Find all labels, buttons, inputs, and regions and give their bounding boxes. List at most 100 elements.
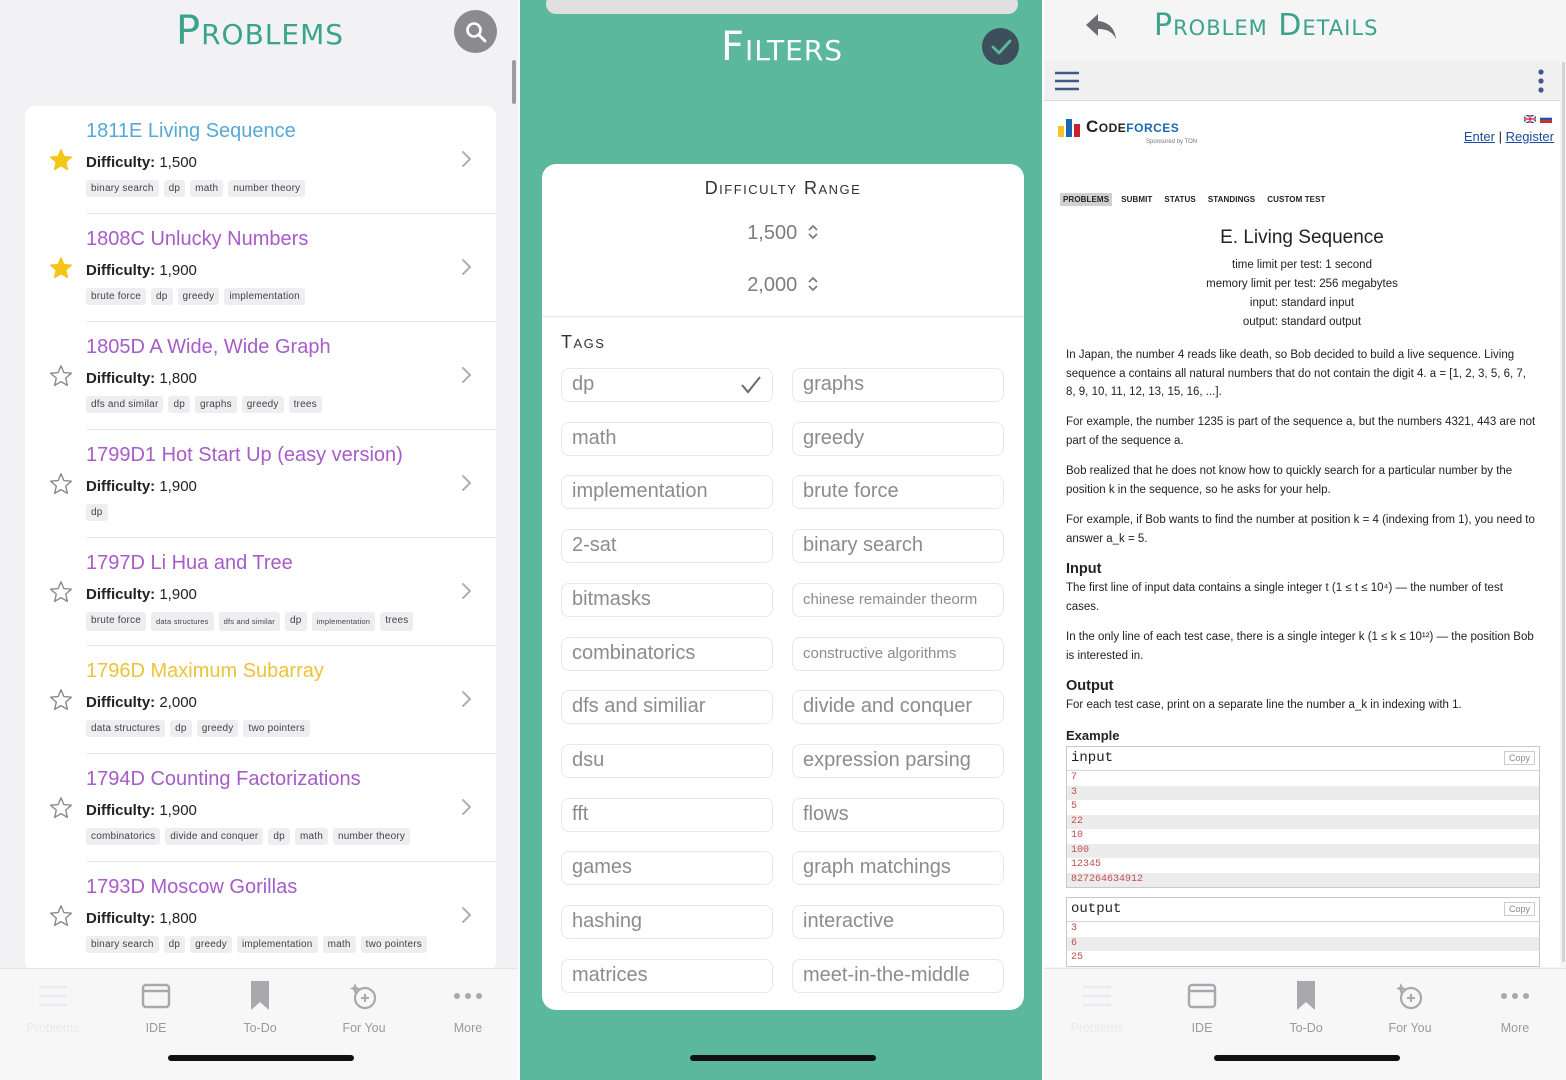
tab-todo[interactable]: To-Do xyxy=(215,979,305,1035)
tab-label: To-Do xyxy=(243,1021,277,1035)
problem-row[interactable]: 1794D Counting Factorizations Difficulty:… xyxy=(25,754,496,862)
filter-tag-label: games xyxy=(572,856,633,879)
home-indicator[interactable] xyxy=(1214,1055,1400,1061)
tab-ide[interactable]: IDE xyxy=(111,979,201,1035)
filter-tag-bitmasks[interactable]: bitmasks xyxy=(561,582,773,617)
divider xyxy=(542,316,1024,317)
filter-tag-matrices[interactable]: matrices xyxy=(561,958,773,993)
russia-flag-icon[interactable] xyxy=(1540,115,1552,123)
apply-button[interactable] xyxy=(982,28,1019,65)
filter-tag-label: math xyxy=(572,426,617,449)
problem-title[interactable]: 1808C Unlucky Numbers xyxy=(86,228,308,251)
home-indicator[interactable] xyxy=(690,1055,876,1061)
star-outline-icon[interactable] xyxy=(49,796,73,820)
page-title: Filters xyxy=(720,24,844,70)
bookmark-icon xyxy=(1297,981,1315,1010)
tab-todo[interactable]: To-Do xyxy=(1261,979,1351,1035)
home-indicator[interactable] xyxy=(168,1055,354,1061)
star-outline-icon[interactable] xyxy=(49,472,73,496)
example-line: 25 xyxy=(1071,952,1084,963)
menu-problems[interactable]: PROBLEMS xyxy=(1060,193,1113,206)
filter-tag-brute-force[interactable]: brute force xyxy=(792,475,1004,510)
filter-tag-label: bitmasks xyxy=(572,587,651,610)
filter-tag-hashing[interactable]: hashing xyxy=(561,905,773,939)
filter-tag-label: chinese remainder theorm xyxy=(803,590,978,608)
menu-custom-test[interactable]: CUSTOM TEST xyxy=(1264,193,1328,206)
menu-standings[interactable]: STANDINGS xyxy=(1205,193,1258,206)
filter-tag-graphs[interactable]: graphs xyxy=(792,368,1004,402)
tab-more[interactable]: More xyxy=(423,979,513,1035)
problem-row[interactable]: 1805D A Wide, Wide Graph Difficulty: 1,80… xyxy=(25,322,496,430)
filter-tag-flows[interactable]: flows xyxy=(792,797,1004,832)
filter-tag-fft[interactable]: fft xyxy=(561,797,773,832)
problem-title[interactable]: 1796D Maximum Subarray xyxy=(86,660,324,683)
filter-tag-expression-parsing[interactable]: expression parsing xyxy=(792,743,1004,778)
problem-title[interactable]: 1811E Living Sequence xyxy=(86,120,296,143)
tab-problems[interactable]: Problems xyxy=(8,979,98,1035)
filter-tag-label: matrices xyxy=(572,963,648,986)
problem-title[interactable]: 1805D A Wide, Wide Graph xyxy=(86,336,331,359)
copy-button[interactable]: Copy xyxy=(1503,902,1535,916)
scrollbar[interactable] xyxy=(1562,62,1565,962)
example-line: 6 xyxy=(1067,936,1539,951)
tab-ide[interactable]: IDE xyxy=(1157,979,1247,1035)
scrollbar[interactable] xyxy=(512,60,516,104)
chevron-updown-icon xyxy=(808,276,818,292)
problem-title[interactable]: 1797D Li Hua and Tree xyxy=(86,552,293,575)
star-outline-icon[interactable] xyxy=(49,580,73,604)
problem-title[interactable]: 1794D Counting Factorizations xyxy=(86,768,361,791)
statement-paragraph: Bob realized that he does not know how t… xyxy=(1066,465,1513,496)
problem-row[interactable]: 1808C Unlucky Numbers Difficulty: 1,900 br… xyxy=(25,214,496,322)
star-filled-icon[interactable] xyxy=(49,148,73,172)
search-button[interactable] xyxy=(454,10,497,53)
filter-tag-greedy[interactable]: greedy xyxy=(792,421,1004,456)
problem-row[interactable]: 1799D1 Hot Start Up (easy version) Diffic… xyxy=(25,430,496,538)
tab-more[interactable]: More xyxy=(1470,979,1560,1035)
star-outline-icon[interactable] xyxy=(49,904,73,928)
filter-tag-2-sat[interactable]: 2-sat xyxy=(561,529,773,564)
bookmark-icon xyxy=(251,981,269,1010)
filter-tag-constructive-algorithms[interactable]: constructive algorithms xyxy=(792,636,1004,671)
problem-row[interactable]: 1811E Living Sequence Difficulty: 1,500 bi… xyxy=(25,106,496,214)
uk-flag-icon[interactable] xyxy=(1524,115,1536,123)
register-link[interactable]: Register xyxy=(1506,129,1554,144)
codeforces-bars-icon xyxy=(1058,119,1080,137)
menu-submit[interactable]: SUBMIT xyxy=(1118,193,1155,206)
filter-tag-dp[interactable]: dp xyxy=(561,368,773,402)
hamburger-menu-icon[interactable] xyxy=(1054,70,1080,92)
output-type: output: standard output xyxy=(1242,316,1362,328)
tab-for-you[interactable]: For You xyxy=(1365,979,1455,1035)
problem-row[interactable]: 1797D Li Hua and Tree Difficulty: 1,900 br… xyxy=(25,538,496,646)
filter-tag-dfs-and-similiar[interactable]: dfs and similiar xyxy=(561,690,773,725)
filter-tag-math[interactable]: math xyxy=(561,421,773,456)
tab-for-you[interactable]: For You xyxy=(319,979,409,1035)
star-outline-icon[interactable] xyxy=(49,688,73,712)
tag-chip: dp xyxy=(168,396,190,413)
chevron-right-icon xyxy=(462,259,471,275)
filter-tag-combinatorics[interactable]: combinatorics xyxy=(561,636,773,671)
problem-title[interactable]: 1793D Moscow Gorillas xyxy=(86,876,297,899)
problem-row[interactable]: 1796D Maximum Subarray Difficulty: 2,000 d… xyxy=(25,646,496,754)
filter-tag-implementation[interactable]: implementation xyxy=(561,475,773,510)
star-outline-icon[interactable] xyxy=(49,364,73,388)
filter-tag-divide-and-conquer[interactable]: divide and conquer xyxy=(792,690,1004,725)
problem-title[interactable]: 1799D1 Hot Start Up (easy version) xyxy=(86,444,403,467)
enter-link[interactable]: Enter xyxy=(1464,129,1495,144)
menu-status[interactable]: STATUS xyxy=(1161,193,1198,206)
copy-button[interactable]: Copy xyxy=(1503,751,1535,765)
filter-tag-dsu[interactable]: dsu xyxy=(561,743,773,778)
filter-tag-meet-in-the-middle[interactable]: meet-in-the-middle xyxy=(792,958,1004,993)
filter-tag-games[interactable]: games xyxy=(561,851,773,886)
filter-tag-binary-search[interactable]: binary search xyxy=(792,529,1004,564)
kebab-menu-icon[interactable] xyxy=(1537,69,1545,93)
tab-problems[interactable]: Problems xyxy=(1052,979,1142,1035)
filter-tag-graph-matchings[interactable]: graph matchings xyxy=(792,851,1004,886)
example-line: 3 xyxy=(1067,785,1539,800)
problem-row[interactable]: 1793D Moscow Gorillas Difficulty: 1,800 bi… xyxy=(25,862,496,970)
max-difficulty-picker[interactable]: 2,000 xyxy=(542,274,1024,297)
min-difficulty-picker[interactable]: 1,500 xyxy=(542,222,1024,245)
star-filled-icon[interactable] xyxy=(49,256,73,280)
filter-tag-chinese-remainder-theorm[interactable]: chinese remainder theorm xyxy=(792,582,1004,617)
filter-tag-interactive[interactable]: interactive xyxy=(792,905,1004,939)
back-button[interactable] xyxy=(1084,12,1118,47)
